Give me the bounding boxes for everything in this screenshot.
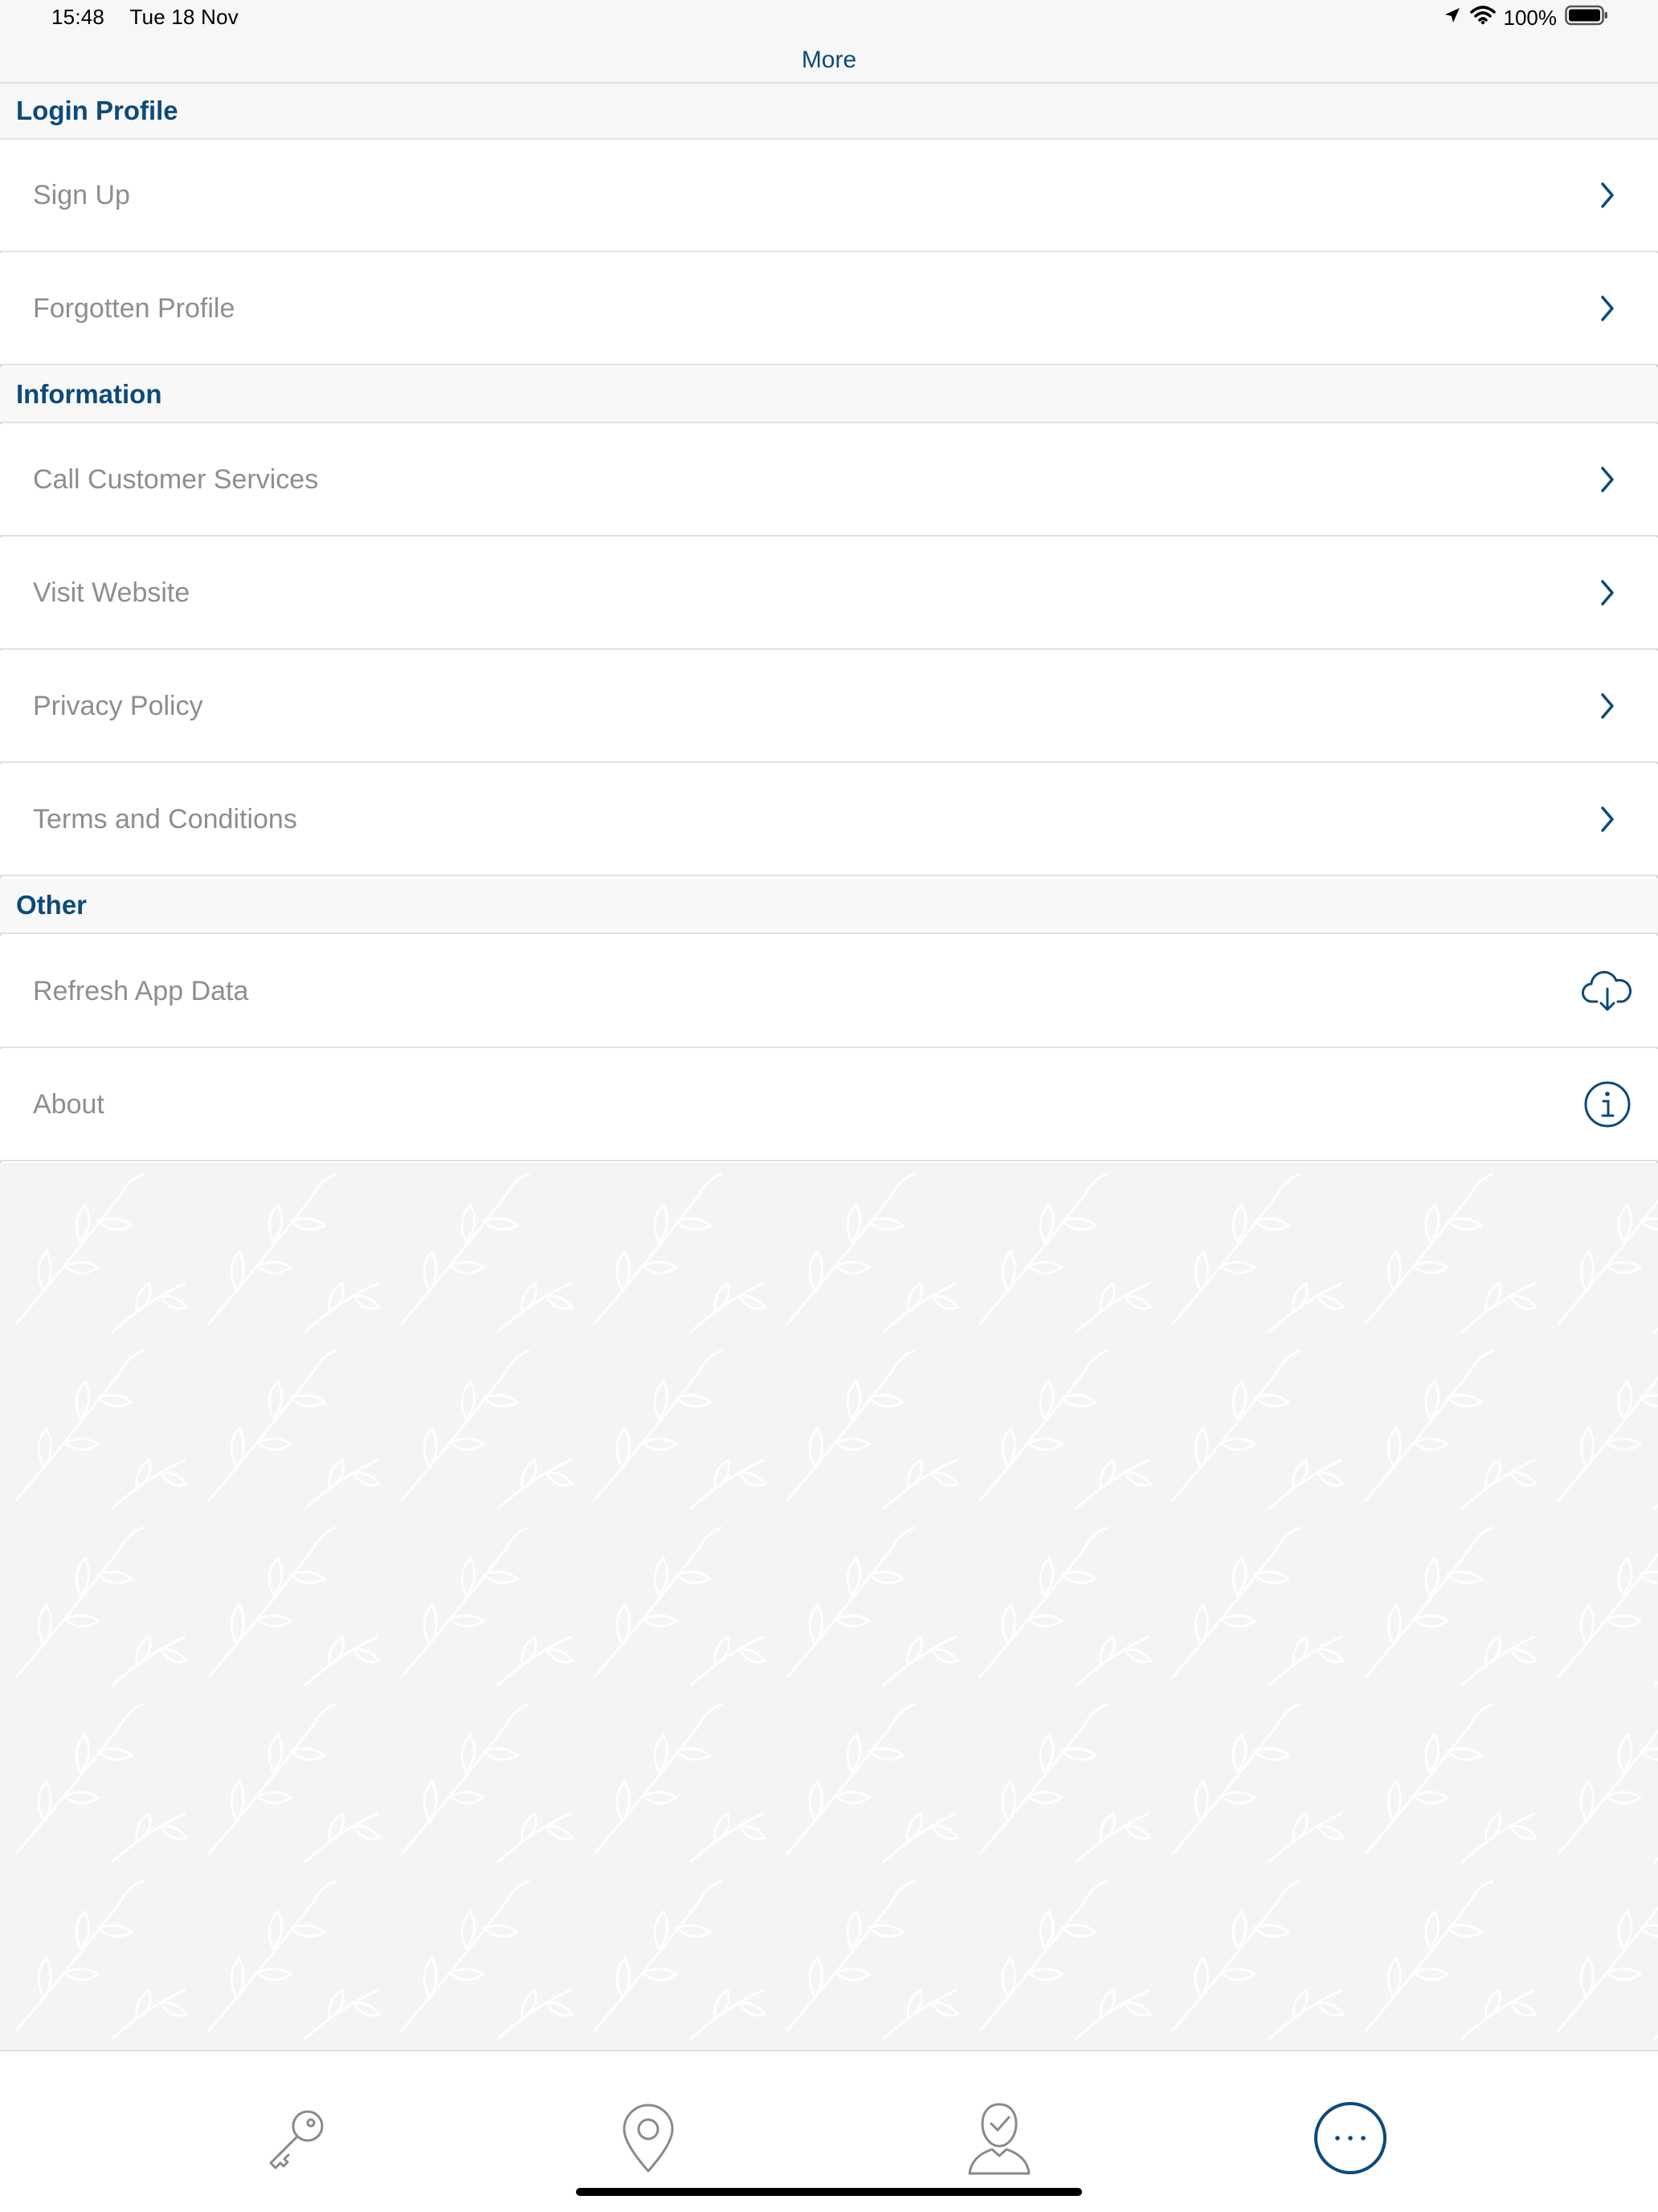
menu-item-call-customer-services[interactable]: Call Customer Services [0, 424, 1658, 537]
section-header-other: Other [0, 878, 1658, 934]
tab-location[interactable] [592, 2083, 704, 2196]
menu-item-visit-website[interactable]: Visit Website [0, 537, 1658, 650]
battery-percent: 100% [1503, 6, 1558, 30]
chevron-right-icon [1581, 566, 1634, 619]
section-title: Information [16, 379, 162, 409]
menu-item-label: Terms and Conditions [33, 803, 297, 835]
more-icon [1312, 2100, 1389, 2181]
section-title: Login Profile [16, 96, 178, 125]
cloud-download-icon [1581, 965, 1634, 1018]
tab-more[interactable] [1294, 2083, 1407, 2196]
wifi-icon [1469, 6, 1496, 31]
menu-item-label: Call Customer Services [33, 463, 319, 495]
status-bar: 15:48 Tue 18 Nov 100% [0, 0, 1658, 39]
chevron-right-icon [1581, 169, 1634, 222]
chevron-right-icon [1581, 793, 1634, 846]
menu-item-label: About [33, 1088, 104, 1120]
background-leaf-pattern [0, 1163, 1658, 2050]
tab-key[interactable] [241, 2083, 353, 2196]
section-header-information: Information [0, 367, 1658, 423]
menu-item-label: Forgotten Profile [33, 292, 235, 324]
nav-header: More [0, 39, 1658, 84]
chevron-right-icon [1581, 680, 1634, 733]
location-pin-icon [616, 2102, 680, 2178]
user-check-icon [963, 2100, 1035, 2181]
battery-icon [1565, 5, 1608, 31]
menu-item-sign-up[interactable]: Sign Up [0, 140, 1658, 252]
chevron-right-icon [1581, 453, 1634, 506]
location-arrow-icon [1443, 6, 1462, 31]
home-indicator [576, 2188, 1082, 2196]
menu-item-forgotten-profile[interactable]: Forgotten Profile [0, 253, 1658, 365]
menu-item-refresh-app-data[interactable]: Refresh App Data [0, 936, 1658, 1048]
chevron-right-icon [1581, 282, 1634, 335]
menu-item-label: Visit Website [33, 577, 190, 608]
menu-item-about[interactable]: About [0, 1049, 1658, 1161]
info-icon [1581, 1078, 1634, 1131]
tab-profile[interactable] [943, 2083, 1056, 2196]
menu-item-label: Privacy Policy [33, 690, 203, 721]
section-header-login-profile: Login Profile [0, 84, 1658, 140]
menu-item-privacy-policy[interactable]: Privacy Policy [0, 651, 1658, 763]
status-time-date: 15:48 Tue 18 Nov [51, 5, 239, 30]
menu-item-label: Sign Up [33, 179, 130, 210]
page-title: More [801, 47, 857, 73]
status-indicators: 100% [1443, 5, 1609, 31]
section-title: Other [16, 890, 88, 920]
menu-item-terms-and-conditions[interactable]: Terms and Conditions [0, 764, 1658, 876]
menu-item-label: Refresh App Data [33, 975, 249, 1006]
key-icon [261, 2102, 333, 2178]
status-date: Tue 18 Nov [129, 5, 239, 29]
status-time: 15:48 [51, 5, 105, 29]
